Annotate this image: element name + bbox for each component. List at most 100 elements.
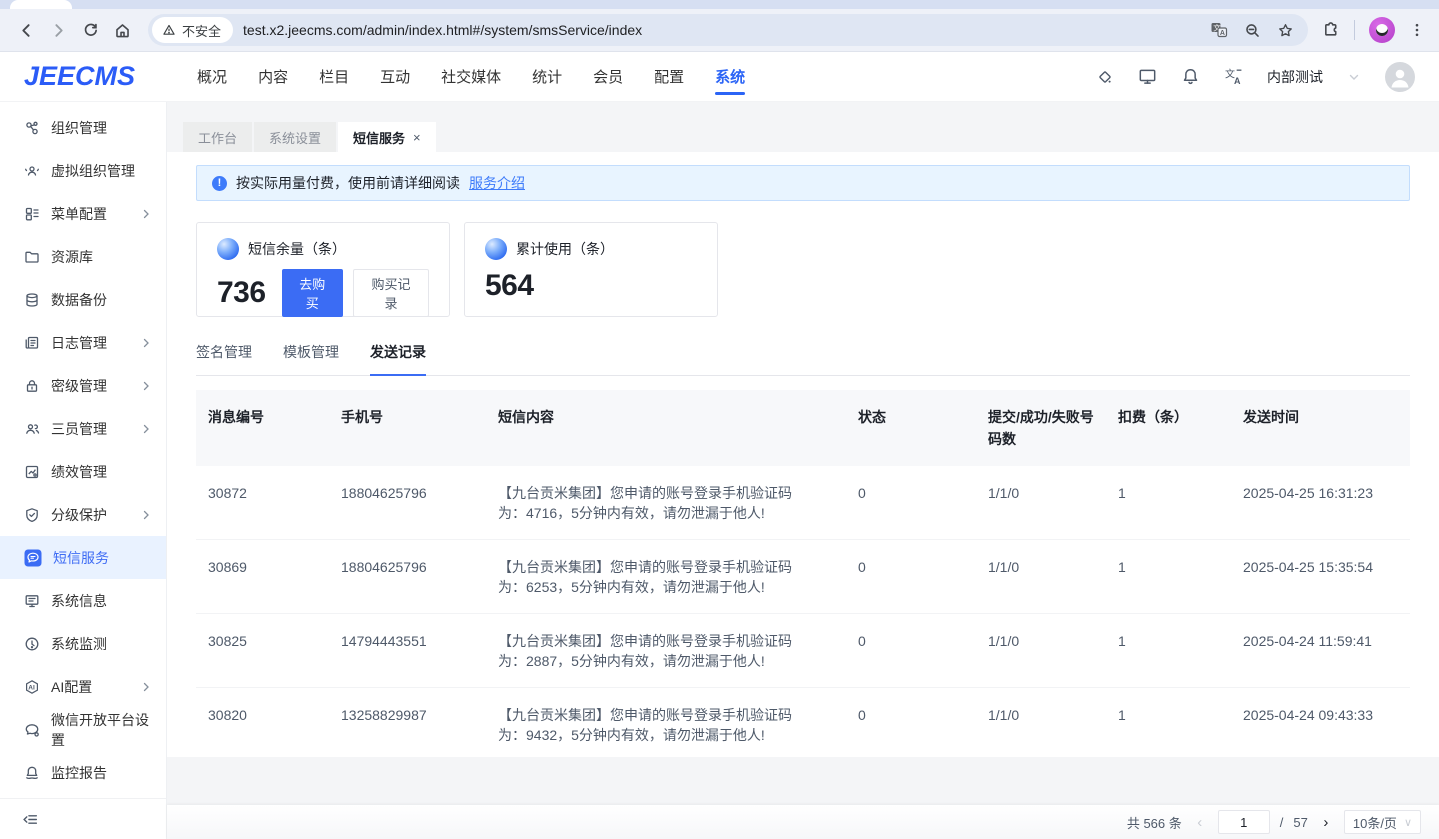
info-icon: ! [212,176,227,191]
table-header-row: 消息编号 手机号 短信内容 状态 提交/成功/失败号码数 扣费（条） 发送时间 [196,390,1410,466]
sidebar-item-sms-service[interactable]: 短信服务 [0,536,166,579]
lock-icon [24,378,40,394]
nav-overview[interactable]: 概况 [197,52,227,101]
next-page-icon[interactable]: › [1318,814,1334,831]
nav-social-media[interactable]: 社交媒体 [441,52,501,101]
chevron-right-icon [140,681,152,693]
nav-interaction[interactable]: 互动 [380,52,410,101]
forward-icon[interactable] [42,14,74,46]
buy-button[interactable]: 去购买 [282,269,343,317]
table-row[interactable]: 30872 18804625796 【九台贡米集团】您申请的账号登录手机验证码为… [196,466,1410,540]
app-header: JEECMS 概况 内容 栏目 互动 社交媒体 统计 会员 配置 系统 文A 内… [0,52,1439,102]
sidebar-item-org-management[interactable]: 组织管理 [0,106,166,149]
table-row[interactable]: 30869 18804625796 【九台贡米集团】您申请的账号登录手机验证码为… [196,540,1410,614]
sidebar-item-system-monitor[interactable]: 系统监测 [0,622,166,665]
browser-profile-avatar[interactable] [1369,17,1395,43]
sidebar-item-data-backup[interactable]: 数据备份 [0,278,166,321]
database-icon [24,292,40,308]
sidebar-item-virtual-org[interactable]: 虚拟组织管理 [0,149,166,192]
browser-toolbar: 不安全 test.x2.jeecms.com/admin/index.html#… [0,9,1439,52]
ai-icon: AI [24,679,40,695]
display-icon[interactable] [1138,67,1157,86]
table-row[interactable]: 30825 14794443551 【九台贡米集团】您申请的账号登录手机验证码为… [196,614,1410,688]
nav-statistics[interactable]: 统计 [532,52,562,101]
wechat-icon [24,722,40,738]
notification-bell-icon[interactable] [1181,67,1200,86]
gauge-icon [24,636,40,652]
clean-cache-icon[interactable] [1096,68,1114,86]
url-text[interactable]: test.x2.jeecms.com/admin/index.html#/sys… [243,22,1210,38]
page-input[interactable] [1218,810,1270,834]
banner-text: 按实际用量付费，使用前请详细阅读 [236,173,460,193]
sidebar-item-graded-protection[interactable]: 分级保护 [0,493,166,536]
sidebar-item-secret-level[interactable]: 密级管理 [0,364,166,407]
chevron-right-icon [140,423,152,435]
sidebar-item-wechat-platform[interactable]: 微信开放平台设置 [0,708,166,751]
security-chip[interactable]: 不安全 [152,17,233,43]
nav-content[interactable]: 内容 [258,52,288,101]
close-tab-icon[interactable]: × [413,130,421,145]
main-area: 工作台 系统设置 短信服务 × ! 按实际用量付费，使用前请详细阅读 服务介绍 … [167,102,1439,839]
env-label[interactable]: 内部测试 [1267,67,1323,87]
main-nav: 概况 内容 栏目 互动 社交媒体 统计 会员 配置 系统 [197,52,745,101]
header-time: 发送时间 [1231,390,1410,466]
tab-send-records[interactable]: 发送记录 [370,342,426,375]
usage-sphere-icon [485,238,507,260]
sidebar-item-menu-config[interactable]: 菜单配置 [0,192,166,235]
chevron-down-icon[interactable] [1347,70,1361,84]
tab-template-management[interactable]: 模板管理 [283,342,339,375]
nav-member[interactable]: 会员 [593,52,623,101]
extensions-icon[interactable] [1322,21,1340,39]
balance-value: 736 [217,276,266,310]
sms-icon [24,549,42,567]
translate-icon[interactable]: 文A [1210,21,1228,39]
reload-icon[interactable] [74,14,106,46]
sidebar-item-system-info[interactable]: 系统信息 [0,579,166,622]
sidebar-item-resource-library[interactable]: 资源库 [0,235,166,278]
report-bell-icon [24,765,40,781]
table-row[interactable]: 30820 13258829987 【九台贡米集团】您申请的账号登录手机验证码为… [196,688,1410,757]
header-msg-id: 消息编号 [196,390,329,466]
header-fee: 扣费（条） [1106,390,1231,466]
sidebar-item-log-management[interactable]: 日志管理 [0,321,166,364]
jeecms-logo[interactable]: JEECMS [24,61,135,92]
header-status: 状态 [846,390,976,466]
service-intro-link[interactable]: 服务介绍 [469,173,525,193]
workspace-tabs: 工作台 系统设置 短信服务 × [167,102,1439,152]
tab-workbench[interactable]: 工作台 [183,122,252,152]
sidebar-item-performance[interactable]: 绩效管理 [0,450,166,493]
browser-menu-icon[interactable] [1409,22,1425,38]
zoom-out-icon[interactable] [1244,22,1261,39]
purchase-history-button[interactable]: 购买记录 [353,269,429,317]
tab-signature-management[interactable]: 签名管理 [196,342,252,375]
nav-system[interactable]: 系统 [715,52,745,101]
page-size-select[interactable]: 10条/页 ∨ [1344,810,1421,834]
sidebar-item-three-admin[interactable]: 三员管理 [0,407,166,450]
url-bar[interactable]: 不安全 test.x2.jeecms.com/admin/index.html#… [148,14,1308,46]
select-chevron-icon: ∨ [1404,816,1412,829]
collapse-sidebar-icon[interactable] [22,811,39,828]
toolbar-separator [1354,20,1355,40]
sidebar-item-ai-config[interactable]: AI AI配置 [0,665,166,708]
nav-config[interactable]: 配置 [654,52,684,101]
security-label: 不安全 [182,21,221,40]
browser-chrome: 不安全 test.x2.jeecms.com/admin/index.html#… [0,0,1439,52]
bookmark-star-icon[interactable] [1277,22,1294,39]
shield-check-icon [24,507,40,523]
sidebar-item-monitor-report[interactable]: 监控报告 [0,751,166,794]
tab-system-settings[interactable]: 系统设置 [254,122,336,152]
language-icon[interactable]: 文A [1224,67,1243,86]
user-avatar[interactable] [1385,62,1415,92]
log-icon [24,335,40,351]
warning-triangle-icon [162,23,176,37]
menu-config-icon [24,206,40,222]
back-icon[interactable] [10,14,42,46]
sms-subtabs: 签名管理 模板管理 发送记录 [196,342,1410,376]
home-icon[interactable] [106,14,138,46]
nav-column[interactable]: 栏目 [319,52,349,101]
browser-active-tab[interactable] [10,0,72,9]
tab-sms-service[interactable]: 短信服务 × [338,122,436,152]
page-separator: / [1280,815,1284,830]
prev-page-icon[interactable]: ‹ [1192,814,1208,831]
billing-banner: ! 按实际用量付费，使用前请详细阅读 服务介绍 [196,165,1410,201]
